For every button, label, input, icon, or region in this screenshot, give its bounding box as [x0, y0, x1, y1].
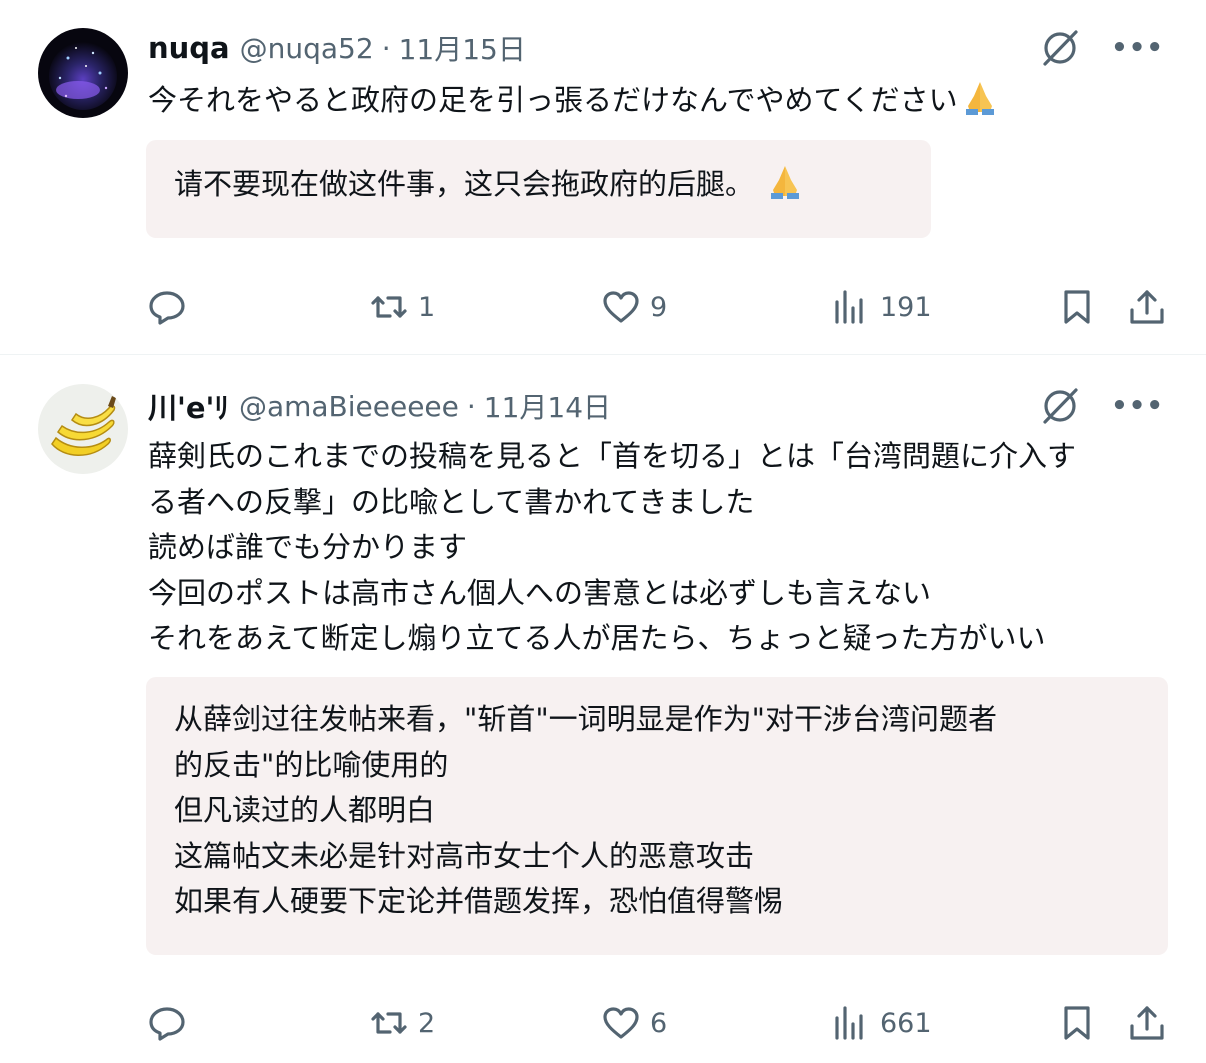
views-button[interactable]: 661: [832, 1001, 932, 1045]
separator: ·: [381, 31, 391, 65]
repost-count: 2: [418, 1007, 436, 1039]
post-top-icons: •••: [1039, 27, 1164, 69]
bookmark-icon: [1064, 290, 1090, 324]
reply-button[interactable]: [148, 285, 186, 329]
post-text: 今それをやると政府の足を引っ張るだけなんでやめてください: [148, 76, 1000, 124]
post-date[interactable]: 11月15日: [399, 28, 526, 68]
share-button[interactable]: [1128, 285, 1166, 329]
repost-icon: [371, 296, 407, 318]
post-date[interactable]: 11月14日: [484, 386, 611, 426]
share-icon: [1130, 1006, 1164, 1040]
repost-icon: [371, 1012, 407, 1034]
like-button[interactable]: 9: [602, 285, 667, 329]
repost-count: 1: [418, 291, 436, 323]
post-divider: [0, 354, 1206, 355]
folded-hands-icon: [771, 166, 800, 199]
view-count: 661: [880, 1007, 932, 1039]
bookmark-button[interactable]: [1058, 1001, 1096, 1045]
share-button[interactable]: [1128, 1001, 1166, 1045]
repost-button[interactable]: 1: [370, 285, 435, 329]
heart-icon: [603, 1007, 639, 1039]
galaxy-avatar-icon: [38, 28, 128, 118]
reply-icon: [149, 1007, 185, 1041]
grok-icon[interactable]: [1039, 27, 1081, 69]
views-button[interactable]: 191: [832, 285, 932, 329]
translation-text: 请不要现在做这件事，这只会拖政府的后腿。: [174, 167, 755, 201]
user-handle[interactable]: @amaBieeeeee: [239, 390, 459, 423]
action-bar: 2 6 661: [148, 1001, 1168, 1045]
separator: ·: [466, 389, 476, 423]
bookmark-button[interactable]: [1058, 285, 1096, 329]
views-icon: [835, 290, 863, 324]
post-text-content: 今それをやると政府の足を引っ張るだけなんでやめてください: [148, 83, 958, 117]
avatar[interactable]: [38, 28, 128, 118]
post-text: 薛剣氏のこれまでの投稿を見ると「首を切る」とは「台湾問題に介入す る者への反撃」…: [148, 439, 1077, 655]
display-name[interactable]: 川'e'ﾘ: [148, 385, 229, 427]
bookmark-icon: [1064, 1006, 1090, 1040]
like-count: 9: [650, 291, 668, 323]
heart-icon: [603, 291, 639, 323]
repost-button[interactable]: 2: [370, 1001, 435, 1045]
post-top-icons: •••: [1039, 385, 1164, 427]
like-count: 6: [650, 1007, 668, 1039]
reply-button[interactable]: [148, 1001, 186, 1045]
post-header: nuqa @nuqa52 · 11月15日: [148, 26, 526, 70]
avatar[interactable]: [38, 384, 128, 474]
folded-hands-icon: [965, 82, 994, 115]
views-icon: [835, 1006, 863, 1040]
like-button[interactable]: 6: [602, 1001, 667, 1045]
action-bar: 1 9 191: [148, 285, 1168, 329]
display-name[interactable]: nuqa: [148, 31, 230, 65]
share-icon: [1130, 290, 1164, 324]
banana-avatar-icon: [38, 384, 128, 474]
user-handle[interactable]: @nuqa52: [240, 32, 374, 65]
post-header: 川'e'ﾘ @amaBieeeeee · 11月14日: [148, 384, 611, 428]
view-count: 191: [880, 291, 932, 323]
reply-icon: [149, 291, 185, 325]
translation-box: 从薛剑过往发帖来看，"斩首"一词明显是作为"对干涉台湾问题者 的反击"的比喻使用…: [146, 677, 1168, 955]
translation-box: 请不要现在做这件事，这只会拖政府的后腿。: [146, 140, 931, 238]
more-options-icon[interactable]: •••: [1111, 391, 1164, 421]
more-options-icon[interactable]: •••: [1111, 33, 1164, 63]
grok-icon[interactable]: [1039, 385, 1081, 427]
